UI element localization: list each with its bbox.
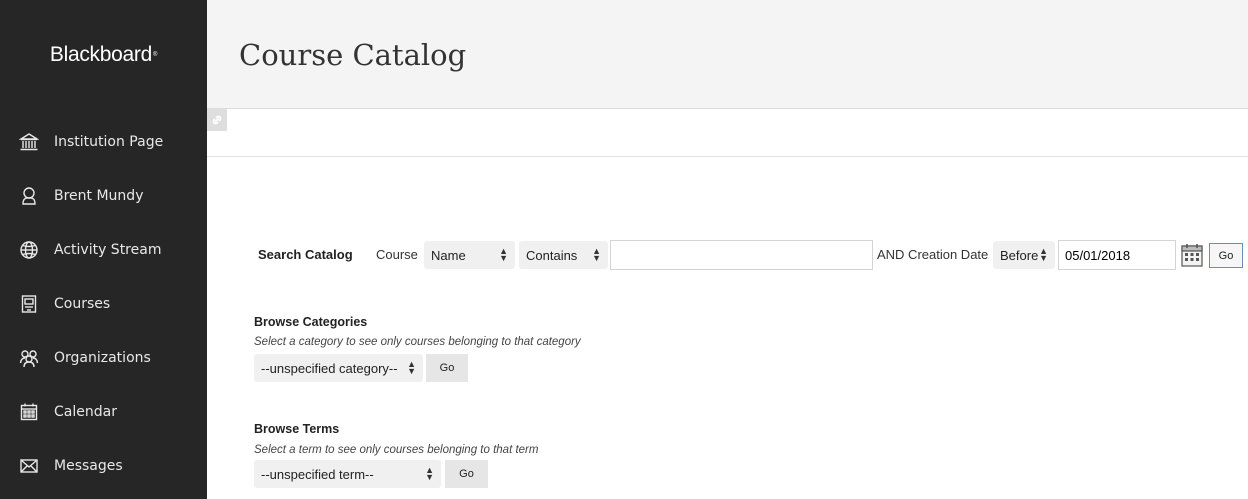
brand-mark: ® <box>152 52 158 58</box>
nav-item-label: Calendar <box>54 404 117 420</box>
nav-item-label: Institution Page <box>54 134 164 150</box>
category-go-button[interactable]: Go <box>426 354 468 382</box>
nav-item-courses[interactable]: Courses <box>0 284 207 324</box>
page-header: Course Catalog <box>207 0 1248 109</box>
browse-terms-hint: Select a term to see only courses belong… <box>254 444 539 456</box>
select-arrows-icon: ▲ ▼ <box>592 246 601 263</box>
search-query-input[interactable] <box>610 240 873 270</box>
search-field-label: Course <box>376 247 418 262</box>
browse-categories-title: Browse Categories <box>254 315 368 329</box>
date-operator-select-value: Before <box>1000 247 1039 263</box>
nav-item-label: Activity Stream <box>54 242 162 258</box>
nav-item-activity-stream[interactable]: Activity Stream <box>0 230 207 270</box>
brand-name: Blackboard <box>49 43 152 66</box>
term-go-button[interactable]: Go <box>445 460 488 488</box>
courses-icon <box>18 293 40 315</box>
select-arrows-icon: ▲ ▼ <box>1039 246 1048 263</box>
organizations-icon <box>18 347 40 369</box>
nav-item-messages[interactable]: Messages <box>0 446 207 486</box>
link-icon[interactable] <box>207 109 227 131</box>
brand-logo[interactable]: Blackboard ® <box>0 0 207 110</box>
nav-item-label: Organizations <box>54 350 151 366</box>
nav-item-label: Messages <box>54 458 123 474</box>
search-field-select-value: Name <box>431 247 466 263</box>
term-select-value: --unspecified term-- <box>261 466 374 482</box>
search-catalog-label: Search Catalog <box>258 247 353 262</box>
browse-terms-title: Browse Terms <box>254 422 340 436</box>
calendar-icon <box>18 401 40 423</box>
creation-date-label: AND Creation Date <box>877 247 989 262</box>
date-input[interactable] <box>1058 240 1176 270</box>
category-select-value: --unspecified category-- <box>261 360 398 376</box>
search-field-select[interactable]: Name ▲ ▼ <box>424 241 515 269</box>
date-operator-select[interactable]: Before ▲ ▼ <box>993 241 1055 269</box>
search-operator-select-value: Contains <box>526 247 578 263</box>
nav-item-organizations[interactable]: Organizations <box>0 338 207 378</box>
term-select[interactable]: --unspecified term-- ▲ ▼ <box>254 460 441 488</box>
nav-item-label: Brent Mundy <box>54 188 144 204</box>
nav-item-institution-page[interactable]: Institution Page <box>0 122 207 162</box>
subheader-bar <box>207 109 1248 157</box>
sidebar: Blackboard ® Institution Page Brent Mundy… <box>0 0 207 499</box>
institution-icon <box>18 131 40 153</box>
date-picker-calendar-icon[interactable] <box>1181 243 1203 267</box>
globe-icon <box>18 239 40 261</box>
user-icon <box>18 185 40 207</box>
select-arrows-icon: ▲ ▼ <box>425 465 434 482</box>
browse-categories-hint: Select a category to see only courses be… <box>254 336 581 348</box>
nav-item-calendar[interactable]: Calendar <box>0 392 207 432</box>
search-operator-select[interactable]: Contains ▲ ▼ <box>519 241 608 269</box>
search-go-button[interactable]: Go <box>1209 243 1243 268</box>
select-arrows-icon: ▲ ▼ <box>499 246 508 263</box>
select-arrows-icon: ▲ ▼ <box>407 359 416 376</box>
nav-item-profile[interactable]: Brent Mundy <box>0 176 207 216</box>
envelope-icon <box>18 455 40 477</box>
page-title: Course Catalog <box>239 38 467 72</box>
category-select[interactable]: --unspecified category-- ▲ ▼ <box>254 354 423 382</box>
nav-item-label: Courses <box>54 296 111 312</box>
